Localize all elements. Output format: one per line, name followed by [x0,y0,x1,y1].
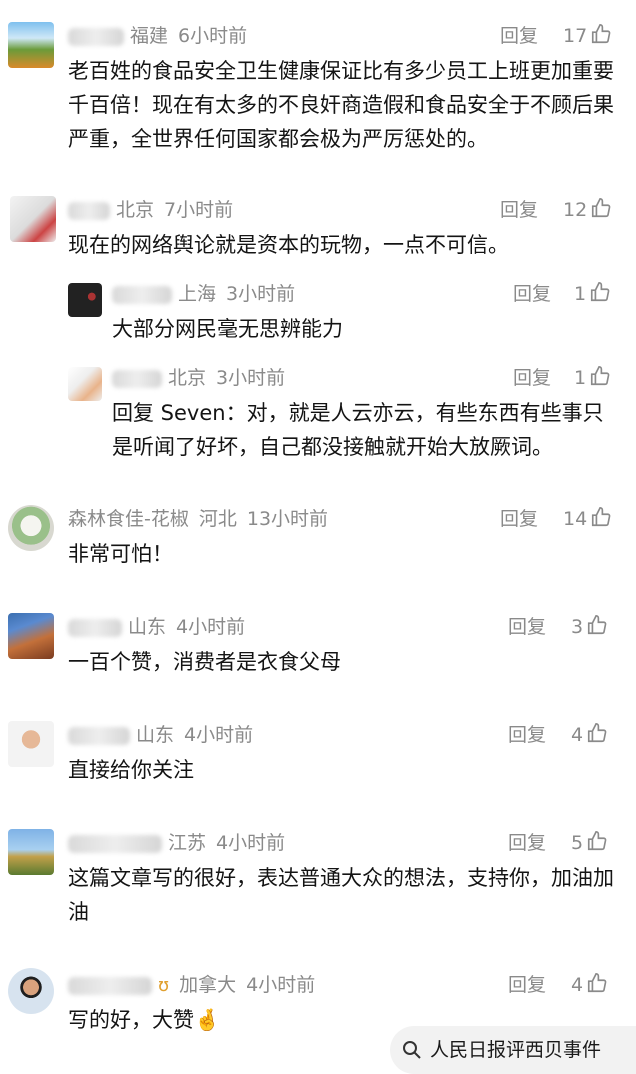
thumbs-up-icon [592,507,611,527]
location: 福建 [130,25,169,47]
timestamp: 4小时前 [184,724,254,746]
avatar[interactable] [8,721,54,767]
timestamp: 7小时前 [164,199,234,221]
thumbs-up-icon [588,723,607,743]
avatar[interactable] [8,829,54,875]
comment-text: 回复 Seven：对，就是人云亦云，有些东西有些事只是听闻了好坏，自己都没接触就… [112,401,604,459]
thumbs-up-icon [588,831,607,851]
search-icon [403,1041,421,1059]
comment-meta: 江苏 4小时前 [68,828,295,858]
location: 上海 [178,283,217,305]
comment-text: 直接给你关注 [68,758,194,782]
timestamp: 4小时前 [246,974,316,996]
username[interactable]: 森林食佳-花椒 [68,508,189,530]
comment-meta: 北京 7小时前 [68,195,243,225]
comment-text: 非常可怕！ [68,542,173,566]
location: 山东 [136,724,175,746]
like-count: 17 [563,25,588,47]
location: 北京 [116,199,155,221]
reply-button[interactable]: 回复 [513,363,551,393]
comment-meta: 森林食佳-花椒 河北 13小时前 [68,504,338,534]
like-button[interactable]: 1 [574,279,611,309]
comment-meta: ʊ 加拿大 4小时前 [68,970,325,1000]
like-button[interactable]: 4 [571,970,608,1000]
comment-meta: 北京 3小时前 [112,363,295,393]
like-count: 4 [571,974,584,996]
reply-button[interactable]: 回复 [500,195,538,225]
like-count: 12 [563,199,588,221]
reply-button[interactable]: 回复 [513,279,551,309]
vip-badge-icon: ʊ [158,975,170,996]
avatar[interactable] [8,22,54,68]
avatar[interactable] [10,196,56,242]
reply-button[interactable]: 回复 [500,504,538,534]
avatar[interactable] [68,283,102,317]
comment-meta: 福建 6小时前 [68,21,257,51]
reply-button[interactable]: 回复 [500,21,538,51]
like-count: 4 [571,724,584,746]
reply-button[interactable]: 回复 [508,970,546,1000]
like-count: 3 [571,616,584,638]
comment-meta: 山东 4小时前 [68,720,263,750]
like-count: 1 [574,283,587,305]
like-button[interactable]: 17 [563,21,612,51]
search-label: 人民日报评西贝事件 [430,1039,602,1061]
location: 加拿大 [179,974,237,996]
username[interactable] [68,27,124,46]
thumbs-up-icon [588,615,607,635]
thumbs-up-icon [591,366,610,386]
like-button[interactable]: 3 [571,612,608,642]
like-count: 5 [571,832,584,854]
search-bar[interactable]: 人民日报评西贝事件 [390,1026,636,1074]
like-button[interactable]: 4 [571,720,608,750]
location: 北京 [168,367,207,389]
like-count: 1 [574,367,587,389]
comment-text: 大部分网民毫无思辨能力 [112,317,343,341]
timestamp: 13小时前 [246,508,329,530]
location: 山东 [128,616,167,638]
comment-meta: 上海 3小时前 [112,279,305,309]
reply-button[interactable]: 回复 [508,612,546,642]
thumbs-up-icon [588,973,607,993]
avatar[interactable] [68,367,102,401]
username[interactable] [68,201,110,220]
comment-text: 写的好，大赞🤞 [68,1008,221,1032]
comment-text: 现在的网络舆论就是资本的玩物，一点不可信。 [68,233,509,257]
timestamp: 6小时前 [178,25,248,47]
thumbs-up-icon [592,24,611,44]
username[interactable] [112,285,172,304]
like-button[interactable]: 12 [563,195,612,225]
reply-button[interactable]: 回复 [508,828,546,858]
comment-text: 这篇文章写的很好，表达普通大众的想法，支持你，加油加油 [68,866,614,924]
timestamp: 3小时前 [226,283,296,305]
comment-text: 老百姓的食品安全卫生健康保证比有多少员工上班更加重要千百倍！现在有太多的不良奸商… [68,59,614,151]
thumbs-up-icon [592,198,611,218]
avatar[interactable] [8,968,54,1014]
username[interactable] [68,834,162,853]
avatar[interactable] [8,613,54,659]
username[interactable] [68,726,130,745]
location: 江苏 [168,832,207,854]
timestamp: 4小时前 [216,832,286,854]
like-button[interactable]: 1 [574,363,611,393]
username[interactable] [68,976,152,995]
comment-meta: 山东 4小时前 [68,612,255,642]
reply-button[interactable]: 回复 [508,720,546,750]
timestamp: 4小时前 [176,616,246,638]
username[interactable] [68,618,122,637]
timestamp: 3小时前 [216,367,286,389]
location: 河北 [198,508,237,530]
like-button[interactable]: 5 [571,828,608,858]
avatar[interactable] [8,505,54,551]
like-button[interactable]: 14 [563,504,612,534]
username[interactable] [112,369,162,388]
thumbs-up-icon [591,282,610,302]
like-count: 14 [563,508,588,530]
comment-text: 一百个赞，消费者是衣食父母 [68,650,341,674]
